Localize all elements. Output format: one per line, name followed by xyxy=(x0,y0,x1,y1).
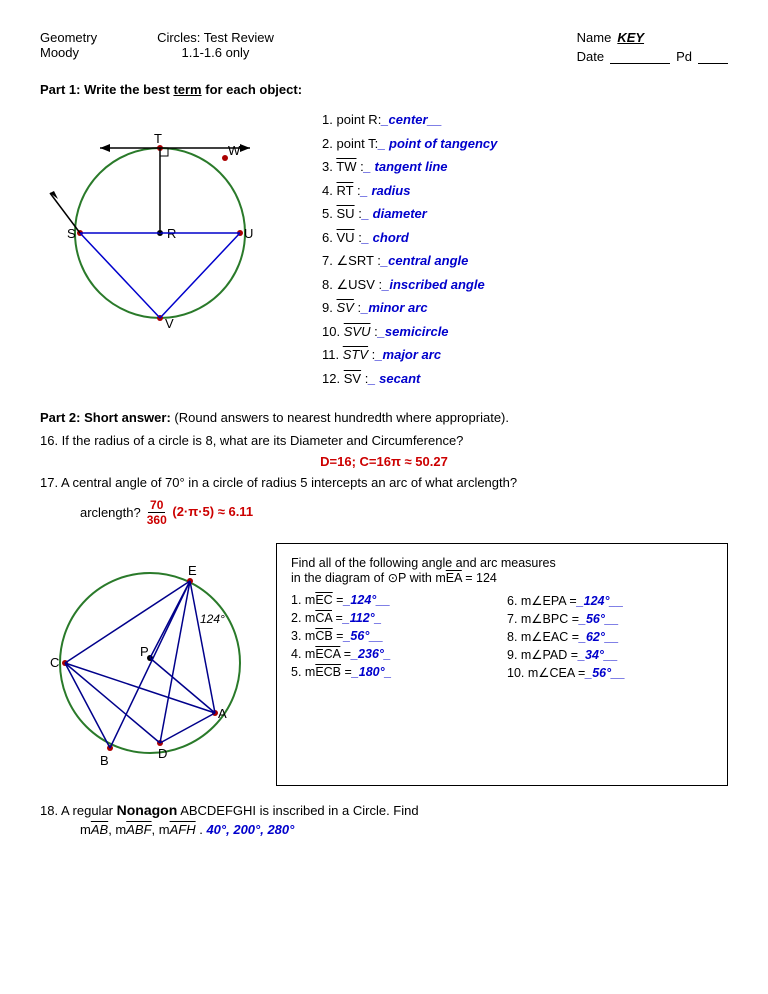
answer-box: Find all of the following angle and arc … xyxy=(276,543,728,786)
ans-6: 6. m∠EPA =_124°__ xyxy=(507,593,713,608)
ans-2: 2. mCA =_112°_ xyxy=(291,611,497,626)
list-item: 6. VU :_ chord xyxy=(322,228,497,248)
svg-text:D: D xyxy=(158,746,167,761)
list-item: 5. SU :_ diameter xyxy=(322,204,497,224)
q18-answers: 40°, 200°, 280° xyxy=(206,822,294,837)
q17-text: 17. A central angle of 70° in a circle o… xyxy=(40,475,517,490)
arclength-label: arclength? xyxy=(80,505,141,520)
svg-text:V: V xyxy=(165,316,174,331)
mEA-notation: mEA = 124 xyxy=(435,571,497,585)
ans-3: 3. mCB =_56°__ xyxy=(291,629,497,644)
list-item: 8. ∠USV :_inscribed angle xyxy=(322,275,497,295)
answer-grid: 1. mEC =_124°__ 6. m∠EPA =_124°__ 2. mCA… xyxy=(291,593,713,680)
part2-header: Part 2: Short answer: (Round answers to … xyxy=(40,410,728,425)
course: Geometry xyxy=(40,30,97,45)
header-right: Name KEY Date Pd xyxy=(577,30,728,64)
name-value: KEY xyxy=(617,30,644,45)
ans-7: 7. m∠BPC =_56°__ xyxy=(507,611,713,626)
ans-1: 1. mEC =_124°__ xyxy=(291,593,497,608)
svg-text:E: E xyxy=(188,563,197,578)
items-list: 1. point R:_center__ 2. point T:_ point … xyxy=(322,110,497,388)
diagram2-svg-area: P E A D B C 124° xyxy=(40,543,260,786)
fraction-display: 70 360 (2·π·5) ≈ 6.11 xyxy=(145,498,253,527)
part1-svg: R S U V T W xyxy=(40,103,280,363)
name-label: Name xyxy=(577,30,612,45)
part1-diagram: Part 1: Write the best term for each obj… xyxy=(40,82,302,392)
q17: 17. A central angle of 70° in a circle o… xyxy=(40,475,728,490)
ans-5: 5. mECB =_180°_ xyxy=(291,665,497,680)
list-item: 1. point R:_center__ xyxy=(322,110,497,130)
diagram2-container: P E A D B C 124° xyxy=(40,543,728,786)
svg-text:U: U xyxy=(244,226,253,241)
q18-section: 18. A regular Nonagon ABCDEFGHI is inscr… xyxy=(40,802,728,837)
list-item: 10. SVU :_semicircle xyxy=(322,322,497,342)
list-item: 9. SV :_minor arc xyxy=(322,298,497,318)
list-item: 3. TW :_ tangent line xyxy=(322,157,497,177)
course-teacher: Geometry Moody xyxy=(40,30,97,64)
q16-text: 16. If the radius of a circle is 8, what… xyxy=(40,433,463,448)
pd-label: Pd xyxy=(676,49,692,64)
q18-text: 18. A regular Nonagon ABCDEFGHI is inscr… xyxy=(40,802,728,818)
part1-header: Part 1: Write the best term for each obj… xyxy=(40,82,302,97)
part1-container: Part 1: Write the best term for each obj… xyxy=(40,82,728,392)
ans-10: 10. m∠CEA =_56°__ xyxy=(507,665,713,680)
svg-text:A: A xyxy=(218,706,227,721)
svg-text:W: W xyxy=(228,143,241,158)
svg-text:C: C xyxy=(50,655,59,670)
svg-text:B: B xyxy=(100,753,109,768)
part2-section: Part 2: Short answer: (Round answers to … xyxy=(40,410,728,527)
part2-instruction: (Round answers to nearest hundredth wher… xyxy=(174,410,509,425)
teacher: Moody xyxy=(40,45,97,60)
ans-8: 8. m∠EAC =_62°__ xyxy=(507,629,713,644)
q16-answer: D=16; C=16π ≈ 50.27 xyxy=(40,454,728,469)
subtitle: 1.1-1.6 only xyxy=(157,45,274,60)
q17-answer: arclength? 70 360 (2·π·5) ≈ 6.11 xyxy=(80,498,728,527)
part2-subheader: Short answer: xyxy=(84,410,171,425)
page-header: Geometry Moody Circles: Test Review 1.1-… xyxy=(40,30,728,64)
title: Circles: Test Review xyxy=(157,30,274,45)
title-block: Circles: Test Review 1.1-1.6 only xyxy=(157,30,274,64)
date-label: Date xyxy=(577,49,604,64)
part1-list: 1. point R:_center__ 2. point T:_ point … xyxy=(322,110,497,392)
date-line: Date Pd xyxy=(577,49,728,64)
q16: 16. If the radius of a circle is 8, what… xyxy=(40,433,728,448)
svg-text:S: S xyxy=(67,226,76,241)
list-item: 4. RT :_ radius xyxy=(322,181,497,201)
svg-text:T: T xyxy=(154,131,162,146)
nonagon-label: Nonagon xyxy=(117,802,178,818)
q18-expressions: mAB, mABF, mAFH . 40°, 200°, 280° xyxy=(80,822,728,837)
list-item: 2. point T:_ point of tangency xyxy=(322,134,497,154)
svg-text:124°: 124° xyxy=(200,612,225,626)
diagram2-svg: P E A D B C 124° xyxy=(40,543,260,783)
ans-4: 4. mECA =_236°_ xyxy=(291,647,497,662)
name-line: Name KEY xyxy=(577,30,728,45)
part2-label: Part 2: xyxy=(40,410,80,425)
list-item: 7. ∠SRT :_central angle xyxy=(322,251,497,271)
answer-box-header: Find all of the following angle and arc … xyxy=(291,556,713,585)
header-left: Geometry Moody Circles: Test Review 1.1-… xyxy=(40,30,274,64)
ans-9: 9. m∠PAD =_34°__ xyxy=(507,647,713,662)
svg-text:P: P xyxy=(140,644,149,659)
list-item: 12. SV :_ secant xyxy=(322,369,497,389)
list-item: 11. STV :_major arc xyxy=(322,345,497,365)
